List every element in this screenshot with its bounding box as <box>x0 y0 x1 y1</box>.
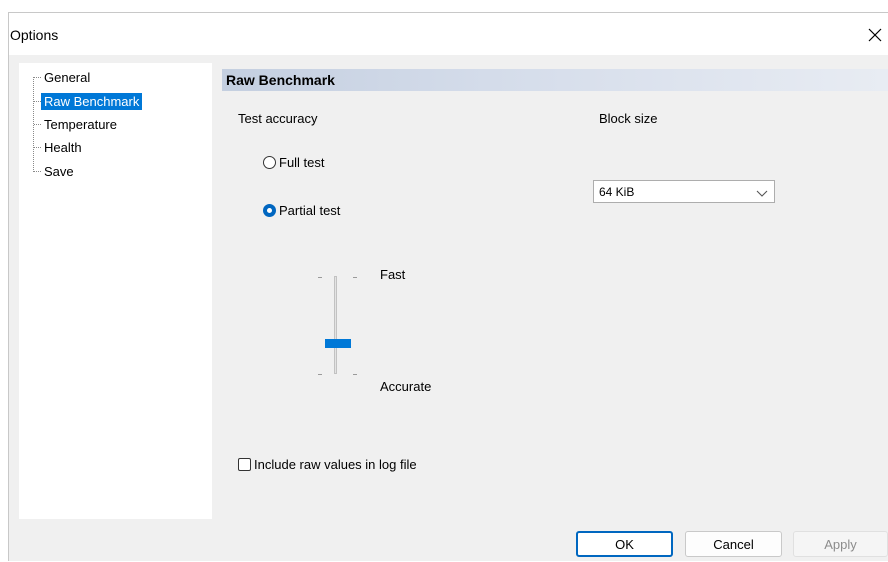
settings-panel: Raw Benchmark Test accuracy Full test Pa… <box>222 69 888 517</box>
slider-track[interactable] <box>334 276 337 374</box>
options-tree: General Raw Benchmark Temperature Health… <box>19 63 212 519</box>
close-button[interactable] <box>862 21 888 49</box>
tree-item-raw-benchmark[interactable]: Raw Benchmark <box>41 92 143 110</box>
include-raw-values-checkbox[interactable]: Include raw values in log file <box>238 457 417 472</box>
cancel-button-label: Cancel <box>713 536 754 552</box>
tree-item-general[interactable]: General <box>41 68 93 86</box>
ok-button-label: OK <box>615 536 634 552</box>
radio-checked-icon <box>263 204 276 217</box>
chevron-down-icon <box>756 186 768 201</box>
test-accuracy-label: Test accuracy <box>238 111 318 126</box>
tree-item-label: Health <box>44 139 82 155</box>
radio-unchecked-icon <box>263 156 276 169</box>
tree-item-save[interactable]: Save <box>41 162 77 180</box>
block-size-select[interactable]: 64 KiB <box>593 180 775 203</box>
window-title: Options <box>10 27 59 43</box>
slider-tick <box>353 277 357 278</box>
full-test-label: Full test <box>279 155 325 170</box>
cancel-button[interactable]: Cancel <box>685 531 782 557</box>
apply-button[interactable]: Apply <box>793 531 888 557</box>
tree-item-label: General <box>44 69 91 85</box>
slider-accurate-label: Accurate <box>380 379 432 394</box>
slider-fast-label: Fast <box>380 267 406 282</box>
include-raw-values-label: Include raw values in log file <box>254 457 417 472</box>
dialog-button-bar: OK Cancel Apply <box>9 519 888 562</box>
tree-item-label: Raw Benchmark <box>41 92 143 110</box>
partial-test-radio[interactable]: Partial test <box>263 203 340 218</box>
slider-tick <box>353 374 357 375</box>
slider-tick <box>318 374 322 375</box>
title-bar: Options <box>9 13 888 55</box>
checkbox-unchecked-icon <box>238 458 251 471</box>
ok-button[interactable]: OK <box>576 531 673 557</box>
tree-item-temperature[interactable]: Temperature <box>41 115 120 133</box>
tree-item-label: Save <box>44 163 74 179</box>
block-size-value: 64 KiB <box>599 185 635 199</box>
section-title: Raw Benchmark <box>226 72 335 88</box>
apply-button-label: Apply <box>824 536 857 552</box>
close-icon <box>868 28 882 42</box>
tree-item-health[interactable]: Health <box>41 138 85 156</box>
section-header: Raw Benchmark <box>222 69 888 91</box>
slider-thumb[interactable] <box>325 339 351 348</box>
tree-item-label: Temperature <box>44 116 117 132</box>
slider-tick <box>318 277 322 278</box>
block-size-label: Block size <box>599 111 658 126</box>
accuracy-slider[interactable] <box>318 266 382 386</box>
options-dialog: Options General Raw Benchmark Temperatur… <box>8 12 888 561</box>
full-test-radio[interactable]: Full test <box>263 155 325 170</box>
partial-test-label: Partial test <box>279 203 341 218</box>
